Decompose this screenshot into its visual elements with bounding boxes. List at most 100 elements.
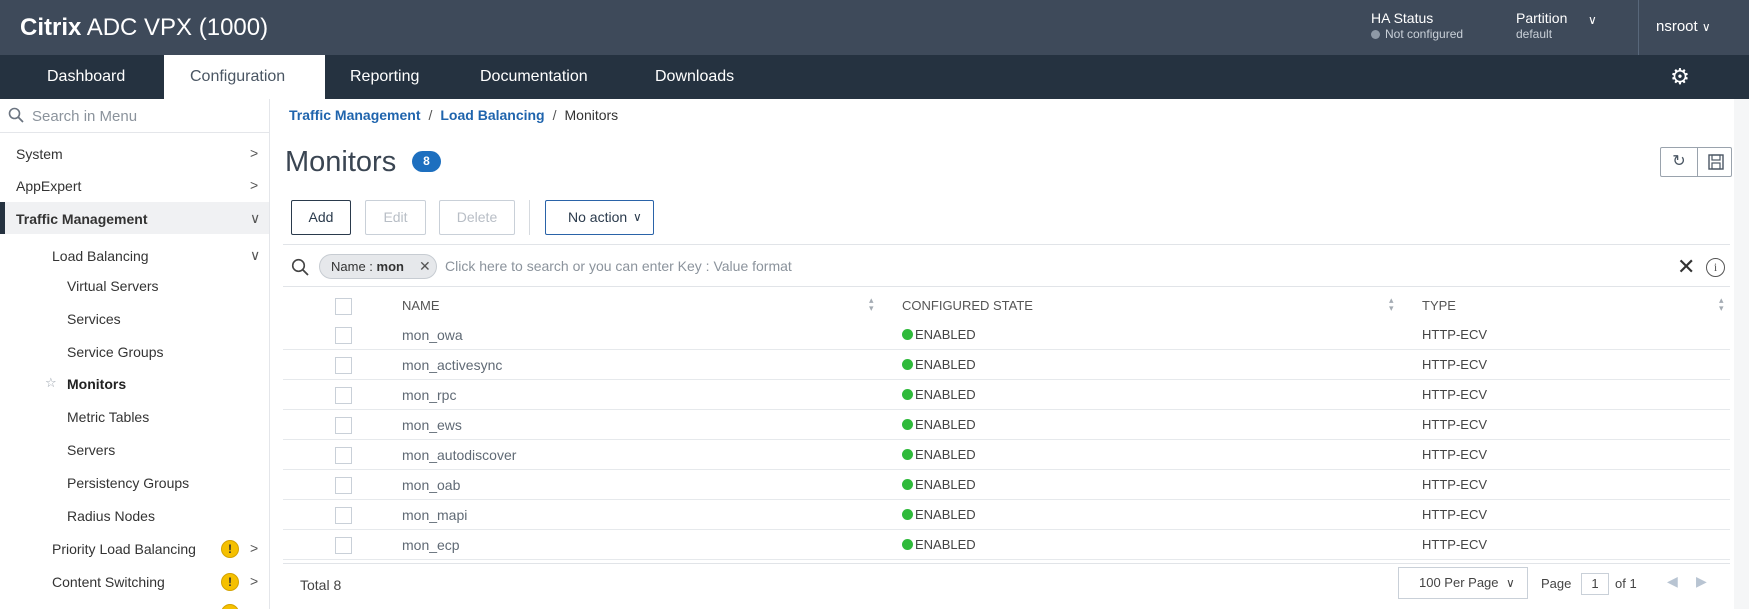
row-checkbox[interactable] — [335, 507, 352, 524]
table-row[interactable]: mon_ews ENABLED HTTP-ECV — [283, 410, 1730, 440]
breadcrumb-link-traffic-management[interactable]: Traffic Management — [289, 107, 420, 123]
page-number-input[interactable]: 1 — [1581, 573, 1609, 595]
cell-type: HTTP-ECV — [1422, 477, 1487, 492]
tab-configuration[interactable]: Configuration — [164, 55, 325, 99]
cell-name: mon_oab — [402, 477, 461, 493]
cell-state-text: ENABLED — [915, 477, 976, 492]
clear-search-icon[interactable]: ✕ — [1677, 254, 1695, 280]
enabled-status-icon — [902, 329, 913, 340]
page-title: Monitors — [285, 146, 397, 178]
sidebar-item-label: Metric Tables — [67, 409, 150, 425]
delete-button[interactable]: Delete — [439, 200, 515, 235]
sidebar-item-label: Services — [67, 311, 121, 327]
enabled-status-icon — [902, 389, 913, 400]
partition-value: default — [1516, 27, 1553, 41]
warning-icon — [221, 604, 239, 609]
cell-state-text: ENABLED — [915, 387, 976, 402]
tab-dashboard[interactable]: Dashboard — [47, 55, 125, 99]
table-header: NAME ▴ ▾ CONFIGURED STATE ▴ ▾ TYPE ▴ ▾ — [283, 290, 1730, 320]
column-header-type[interactable]: TYPE — [1422, 298, 1456, 313]
enabled-status-icon — [902, 419, 913, 430]
edit-button[interactable]: Edit — [365, 200, 426, 235]
chevron-down-icon: ∨ — [250, 247, 261, 263]
table-footer: Total 8 100 Per Page ∨ Page 1 of 1 ◀ ▶ — [283, 563, 1730, 603]
cell-type: HTTP-ECV — [1422, 387, 1487, 402]
cell-name: mon_owa — [402, 327, 463, 343]
tab-documentation[interactable]: Documentation — [480, 55, 588, 99]
table-row[interactable]: mon_rpc ENABLED HTTP-ECV — [283, 380, 1730, 410]
action-dropdown[interactable]: No action ∨ — [545, 200, 654, 235]
previous-page-icon[interactable]: ◀ — [1667, 573, 1678, 590]
refresh-icon[interactable]: ↻ — [1661, 148, 1697, 176]
row-checkbox[interactable] — [335, 417, 352, 434]
brand-name: Citrix — [20, 14, 82, 41]
cell-state-text: ENABLED — [915, 357, 976, 372]
sort-icon[interactable]: ▴ ▾ — [1389, 296, 1394, 313]
sidebar-item-label: Radius Nodes — [67, 508, 155, 524]
sidebar-item-label: Service Groups — [67, 344, 164, 360]
cell-name: mon_ews — [402, 417, 462, 433]
row-checkbox[interactable] — [335, 477, 352, 494]
table-row[interactable]: mon_ecp ENABLED HTTP-ECV — [283, 530, 1730, 560]
enabled-status-icon — [902, 449, 913, 460]
tab-reporting[interactable]: Reporting — [350, 55, 419, 99]
status-dot-icon — [1371, 29, 1380, 39]
per-page-select[interactable]: 100 Per Page ∨ — [1398, 567, 1528, 599]
main-nav: Dashboard Configuration Reporting Docume… — [0, 55, 1749, 99]
product-title: Citrix ADC VPX (1000) — [20, 14, 268, 42]
select-all-checkbox[interactable] — [335, 298, 352, 315]
star-icon[interactable]: ☆ — [45, 375, 57, 391]
next-page-icon[interactable]: ▶ — [1696, 573, 1707, 590]
sidebar-item-label: Priority Load Balancing — [52, 541, 196, 557]
remove-filter-icon[interactable]: ✕ — [419, 255, 431, 278]
cell-type: HTTP-ECV — [1422, 507, 1487, 522]
search-input[interactable]: Click here to search or you can enter Ke… — [445, 258, 792, 274]
sidebar-item-label: Content Switching — [52, 574, 165, 590]
table-row[interactable]: mon_autodiscover ENABLED HTTP-ECV — [283, 440, 1730, 470]
row-checkbox[interactable] — [335, 537, 352, 554]
sidebar-item-label: Monitors — [67, 376, 127, 392]
cell-name: mon_ecp — [402, 537, 460, 553]
page-actions: ↻ — [1660, 147, 1732, 177]
row-checkbox[interactable] — [335, 327, 352, 344]
gear-icon[interactable]: ⚙ — [1667, 64, 1693, 90]
total-count: Total 8 — [300, 577, 341, 593]
cell-state: ENABLED — [902, 387, 976, 402]
table-row[interactable]: mon_activesync ENABLED HTTP-ECV — [283, 350, 1730, 380]
row-checkbox[interactable] — [335, 447, 352, 464]
table-row[interactable]: mon_mapi ENABLED HTTP-ECV — [283, 500, 1730, 530]
search-filter-bar[interactable]: Name : mon ✕ Click here to search or you… — [283, 244, 1730, 287]
row-checkbox[interactable] — [335, 357, 352, 374]
sort-icon[interactable]: ▴ ▾ — [1719, 296, 1724, 313]
sidebar-item-label: AppExpert — [16, 178, 82, 194]
breadcrumb-link-load-balancing[interactable]: Load Balancing — [440, 107, 544, 123]
user-menu[interactable]: nsroot ∨ — [1656, 18, 1711, 35]
sidebar-item-traffic-management[interactable]: Traffic Management ∨ — [0, 202, 269, 234]
filter-chip-key: Name — [331, 259, 366, 274]
sort-icon[interactable]: ▴ ▾ — [869, 296, 874, 313]
partition-selector[interactable]: Partition default ∨ — [1516, 10, 1597, 42]
divider — [1638, 0, 1639, 55]
filter-chip-separator: : — [365, 259, 377, 274]
page-total: of 1 — [1615, 576, 1637, 591]
tab-downloads[interactable]: Downloads — [655, 55, 734, 99]
menu-search-input[interactable]: Search in Menu — [0, 99, 269, 133]
cell-state-text: ENABLED — [915, 417, 976, 432]
column-header-name[interactable]: NAME — [402, 298, 440, 313]
scrollbar[interactable] — [1734, 99, 1749, 609]
cell-state: ENABLED — [902, 357, 976, 372]
table-row[interactable]: mon_owa ENABLED HTTP-ECV — [283, 320, 1730, 350]
sidebar-item-label: Load Balancing — [52, 248, 149, 264]
warning-icon: ! — [221, 540, 239, 558]
breadcrumb-separator: / — [428, 107, 433, 123]
filter-chip[interactable]: Name : mon ✕ — [319, 254, 437, 279]
row-checkbox[interactable] — [335, 387, 352, 404]
info-icon[interactable]: i — [1706, 258, 1725, 277]
column-header-configured-state[interactable]: CONFIGURED STATE — [902, 298, 1033, 313]
save-config-icon[interactable] — [1697, 148, 1733, 176]
total-label: Total — [300, 577, 330, 593]
cell-state: ENABLED — [902, 477, 976, 492]
table-row[interactable]: mon_oab ENABLED HTTP-ECV — [283, 470, 1730, 500]
cell-state: ENABLED — [902, 507, 976, 522]
add-button[interactable]: Add — [291, 200, 351, 235]
